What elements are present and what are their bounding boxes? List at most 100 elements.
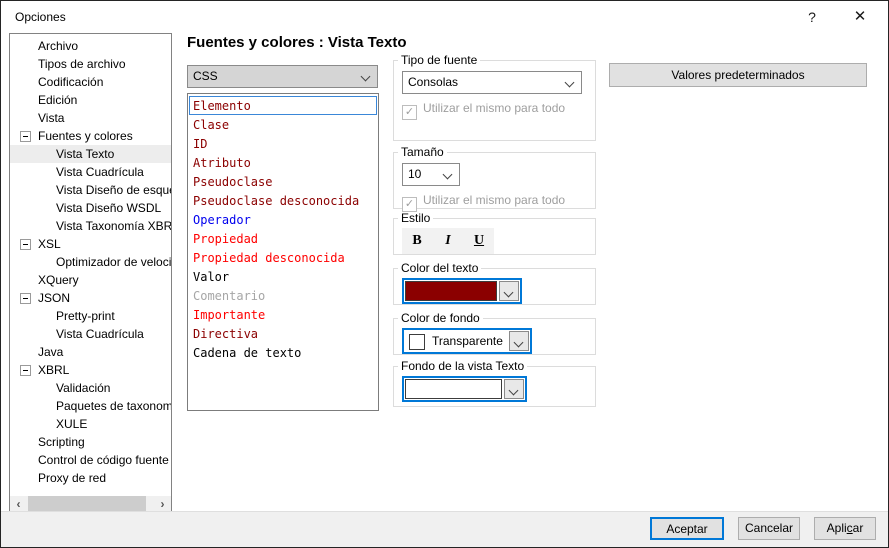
background-color-dropdown[interactable]: Transparente [402,328,532,354]
tree-item-vista-cuadr-cula[interactable]: Vista Cuadrícula [10,163,171,181]
category-dropdown-value: CSS [193,69,218,83]
italic-button[interactable]: I [433,228,463,254]
style-item-operador[interactable]: Operador [189,210,377,229]
title-bar: Opciones ? ✕ [1,1,888,33]
style-item-cadena-de-texto[interactable]: Cadena de texto [189,343,377,362]
tree-item-scripting[interactable]: Scripting [10,433,171,451]
tree-item-xsl[interactable]: XSL [10,235,171,253]
accept-button[interactable]: Aceptar [650,517,724,540]
tree-item-control-de-c-digo-fuente[interactable]: Control de código fuente [10,451,171,469]
options-dialog: Opciones ? ✕ Archivo Tipos de archivo Co… [0,0,889,548]
tree-item-java[interactable]: Java [10,343,171,361]
tree-item-vista-dise-o-wsdl[interactable]: Vista Diseño WSDL [10,199,171,217]
textview-background-swatch [405,379,502,399]
cancel-button[interactable]: Cancelar [738,517,800,540]
category-tree: Archivo Tipos de archivo Codificación Ed… [9,33,172,514]
background-color-swatch [409,334,425,350]
tree-item-vista-dise-o-de-esquem[interactable]: Vista Diseño de esquem [10,181,171,199]
style-item-comentario[interactable]: Comentario [189,286,377,305]
checkbox-check-icon: ✓ [402,105,417,120]
style-item-atributo[interactable]: Atributo [189,153,377,172]
collapse-icon[interactable] [20,131,31,142]
style-item-importante[interactable]: Importante [189,305,377,324]
tree-item-vista[interactable]: Vista [10,109,171,127]
size-dropdown[interactable]: 10 [402,163,460,186]
tree-item-xquery[interactable]: XQuery [10,271,171,289]
size-value: 10 [408,167,421,181]
tree-item-codificaci-n[interactable]: Codificación [10,73,171,91]
apply-label-part: ar [853,521,864,535]
style-item-propiedad[interactable]: Propiedad [189,229,377,248]
chevron-down-icon [504,288,514,298]
font-type-group: Tipo de fuente Consolas ✓ Utilizar el mis… [393,53,596,141]
textview-background-dropdown[interactable] [402,376,527,402]
textview-background-group: Fondo de la vista Texto [393,359,596,407]
style-item-pseudoclase[interactable]: Pseudoclase [189,172,377,191]
size-same-for-all-label: Utilizar el mismo para todo [423,193,565,207]
background-color-dropdown-button[interactable] [509,331,529,351]
tree-item-json[interactable]: JSON [10,289,171,307]
text-color-dropdown-button[interactable] [499,281,519,301]
tree-item-vista-cuadr-cula[interactable]: Vista Cuadrícula [10,325,171,343]
style-toolbar: B I U [402,228,494,254]
chevron-down-icon [514,338,524,348]
style-group: Estilo B I U [393,211,596,255]
apply-label-part: Apli [827,521,847,535]
page-title: Fuentes y colores : Vista Texto [187,34,407,51]
text-color-dropdown[interactable] [402,278,522,304]
apply-button[interactable]: Aplicar [814,517,876,540]
background-color-value: Transparente [432,330,503,352]
style-legend: Estilo [398,211,433,225]
style-item-pseudoclase-desconocida[interactable]: Pseudoclase desconocida [189,191,377,210]
background-color-group: Color de fondo Transparente [393,311,596,355]
text-color-legend: Color del texto [398,261,481,275]
collapse-icon[interactable] [20,239,31,250]
category-dropdown[interactable]: CSS [187,65,378,88]
font-same-for-all-checkbox[interactable]: ✓ Utilizar el mismo para todo [402,101,565,117]
tree-item-pretty-print[interactable]: Pretty-print [10,307,171,325]
style-item-propiedad-desconocida[interactable]: Propiedad desconocida [189,248,377,267]
chevron-down-icon [361,72,371,82]
size-legend: Tamaño [398,145,447,159]
tree-item-vista-taxonom-a-xbrl[interactable]: Vista Taxonomía XBRL [10,217,171,235]
tree-item-proxy-de-red[interactable]: Proxy de red [10,469,171,487]
tree-item-optimizador-de-velocic[interactable]: Optimizador de velocic [10,253,171,271]
textview-background-legend: Fondo de la vista Texto [398,359,527,373]
tree-item-tipos-de-archivo[interactable]: Tipos de archivo [10,55,171,73]
help-icon[interactable]: ? [792,1,832,33]
style-item-clase[interactable]: Clase [189,115,377,134]
underline-button[interactable]: U [464,228,494,254]
style-item-id[interactable]: ID [189,134,377,153]
close-icon[interactable]: ✕ [840,1,880,33]
style-item-valor[interactable]: Valor [189,267,377,286]
tree-item-edici-n[interactable]: Edición [10,91,171,109]
style-item-directiva[interactable]: Directiva [189,324,377,343]
style-item-elemento[interactable]: Elemento [189,96,377,115]
tree-item-validaci-n[interactable]: Validación [10,379,171,397]
text-color-group: Color del texto [393,261,596,305]
checkbox-check-icon: ✓ [402,197,417,212]
collapse-icon[interactable] [20,365,31,376]
font-family-dropdown[interactable]: Consolas [402,71,582,94]
tree-item-archivo[interactable]: Archivo [10,37,171,55]
collapse-icon[interactable] [20,293,31,304]
size-same-for-all-checkbox[interactable]: ✓ Utilizar el mismo para todo [402,193,565,209]
text-color-swatch [405,281,497,301]
tree-item-paquetes-de-taxonom-a[interactable]: Paquetes de taxonomía [10,397,171,415]
bold-button[interactable]: B [402,228,432,254]
dialog-footer: Aceptar Cancelar Aplicar [1,511,888,547]
font-type-legend: Tipo de fuente [398,53,480,67]
tree-item-fuentes-y-colores[interactable]: Fuentes y colores [10,127,171,145]
chevron-down-icon [443,170,453,180]
tree-item-xbrl[interactable]: XBRL [10,361,171,379]
tree-item-vista-texto[interactable]: Vista Texto [10,145,171,163]
chevron-down-icon [509,386,519,396]
window-title: Opciones [15,1,66,33]
size-group: Tamaño 10 ✓ Utilizar el mismo para todo [393,145,596,209]
defaults-button[interactable]: Valores predeterminados [609,63,867,87]
font-same-for-all-label: Utilizar el mismo para todo [423,101,565,115]
textview-background-dropdown-button[interactable] [504,379,524,399]
background-color-legend: Color de fondo [398,311,483,325]
tree-item-xule[interactable]: XULE [10,415,171,433]
font-family-value: Consolas [408,75,458,89]
